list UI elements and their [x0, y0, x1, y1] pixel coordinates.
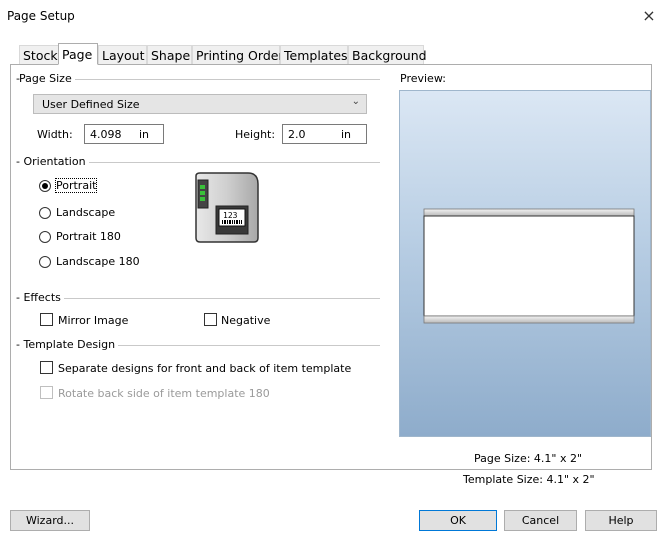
- orientation-group-label: - Orientation: [16, 155, 89, 168]
- chevron-down-icon: ⌄: [351, 96, 360, 107]
- tab-printing-order[interactable]: Printing Order: [192, 45, 284, 64]
- cancel-button[interactable]: Cancel: [504, 510, 577, 531]
- width-value: 4.098: [90, 128, 122, 141]
- negative-checkbox[interactable]: [204, 313, 217, 326]
- tab-page[interactable]: Page: [58, 43, 98, 65]
- wizard-button[interactable]: Wizard...: [10, 510, 90, 531]
- preview-page-size: Page Size: 4.1" x 2": [474, 452, 583, 465]
- page-size-selected: User Defined Size: [42, 98, 140, 111]
- landscape-180-label: Landscape 180: [56, 255, 140, 268]
- dialog-title: Page Setup: [7, 9, 75, 23]
- effects-divider: [20, 298, 380, 299]
- rotate-back-checkbox: [40, 386, 53, 399]
- title-bar: [0, 0, 661, 34]
- height-value: 2.0: [288, 128, 306, 141]
- mirror-image-label: Mirror Image: [58, 314, 129, 327]
- ok-button[interactable]: OK: [419, 510, 497, 531]
- help-button[interactable]: Help: [585, 510, 657, 531]
- separate-designs-label: Separate designs for front and back of i…: [58, 362, 352, 375]
- landscape-radio[interactable]: [39, 207, 51, 219]
- height-field[interactable]: 2.0 in: [282, 124, 367, 144]
- separate-designs-checkbox[interactable]: [40, 361, 53, 374]
- tab-stock[interactable]: Stock: [19, 45, 60, 64]
- preview-area: [399, 90, 651, 437]
- page-size-dropdown[interactable]: User Defined Size ⌄: [33, 94, 367, 114]
- rotate-back-label: Rotate back side of item template 180: [58, 387, 270, 400]
- mirror-image-checkbox[interactable]: [40, 313, 53, 326]
- portrait-radio[interactable]: [39, 180, 51, 192]
- tab-background[interactable]: Background: [348, 45, 427, 64]
- page-size-group-label: Page Size: [19, 72, 75, 85]
- effects-group-label: - Effects: [16, 291, 64, 304]
- width-unit: in: [139, 128, 150, 141]
- height-unit: in: [341, 128, 352, 141]
- printer-icon: 123: [190, 172, 260, 244]
- negative-label: Negative: [221, 314, 271, 327]
- landscape-180-radio[interactable]: [39, 256, 51, 268]
- tab-layout[interactable]: Layout: [98, 45, 147, 64]
- landscape-label: Landscape: [56, 206, 116, 219]
- close-icon[interactable]: ×: [640, 6, 658, 26]
- tab-shape[interactable]: Shape: [147, 45, 192, 64]
- portrait-label: Portrait: [54, 178, 98, 193]
- preview-template-size: Template Size: 4.1" x 2": [463, 473, 595, 486]
- portrait-180-radio[interactable]: [39, 231, 51, 243]
- preview-label: Preview:: [400, 72, 446, 85]
- height-label: Height:: [235, 128, 276, 141]
- printer-label-text: 123: [223, 211, 238, 220]
- tab-templates[interactable]: Templates: [280, 45, 348, 64]
- template-design-group-label: - Template Design: [16, 338, 119, 351]
- width-field[interactable]: 4.098 in: [84, 124, 164, 144]
- portrait-180-label: Portrait 180: [56, 230, 121, 243]
- width-label: Width:: [37, 128, 73, 141]
